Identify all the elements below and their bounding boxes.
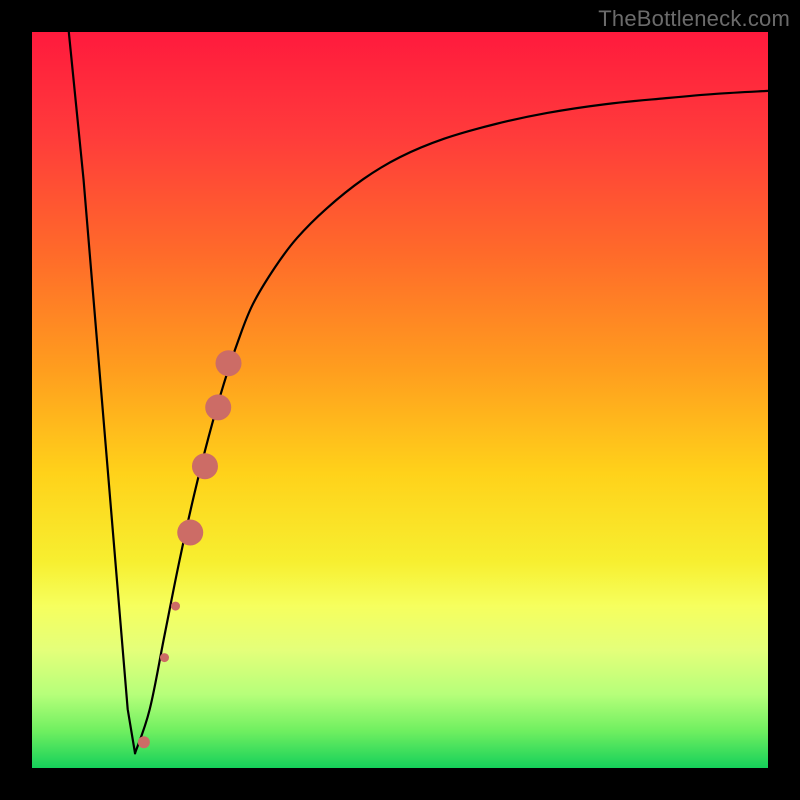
marker-point bbox=[138, 736, 150, 748]
marker-point bbox=[216, 350, 242, 376]
marker-point bbox=[171, 602, 180, 611]
marker-point bbox=[177, 519, 203, 545]
plot-area bbox=[32, 32, 768, 768]
watermark-text: TheBottleneck.com bbox=[598, 6, 790, 32]
chart-frame: TheBottleneck.com bbox=[0, 0, 800, 800]
marker-point bbox=[192, 453, 218, 479]
marker-point bbox=[205, 394, 231, 420]
curve-left-branch bbox=[69, 32, 135, 753]
chart-svg bbox=[32, 32, 768, 768]
marker-point bbox=[160, 653, 169, 662]
curve-right-branch bbox=[135, 91, 768, 753]
curve-lines bbox=[69, 32, 768, 753]
